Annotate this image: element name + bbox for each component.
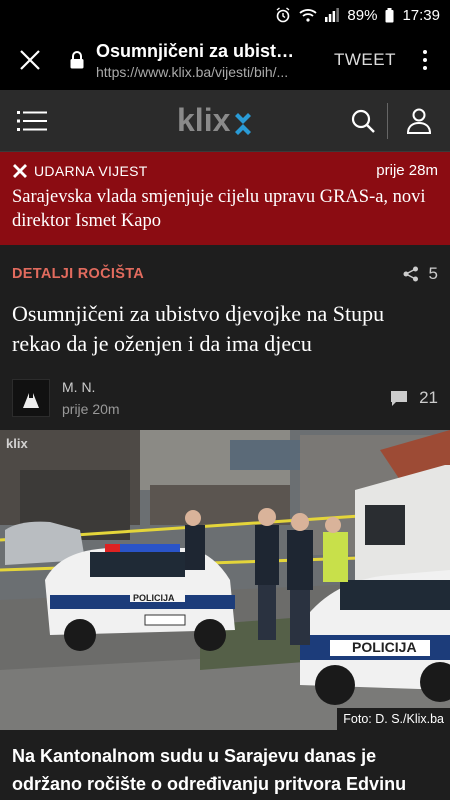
comment-count: 21 xyxy=(419,388,438,407)
breaking-news-headline[interactable]: Sarajevska vlada smjenjuje cijelu upravu… xyxy=(12,185,438,233)
close-tab-button[interactable] xyxy=(0,30,60,90)
user-button[interactable] xyxy=(388,90,450,152)
article-photo[interactable]: POLICIJA POLICIJA klix Foto: D. S./Klix.… xyxy=(0,430,450,730)
article: DETALJI ROČIŠTA 5 Osumnjičeni za ubistvo… xyxy=(0,245,450,423)
police-scene-image: POLICIJA POLICIJA xyxy=(0,430,450,730)
user-icon xyxy=(407,108,431,134)
status-bar: 89% 17:39 xyxy=(0,0,450,30)
share-count: 5 xyxy=(428,264,438,283)
clock: 17:39 xyxy=(402,6,440,24)
logo-text: klix xyxy=(177,104,231,138)
more-dot xyxy=(423,58,427,62)
article-lead: Na Kantonalnom sudu u Sarajevu danas je … xyxy=(12,746,407,794)
breaking-news-label: UDARNA VIJEST xyxy=(34,162,148,179)
share-button[interactable]: 5 xyxy=(403,264,438,284)
search-button[interactable] xyxy=(339,90,387,152)
menu-button[interactable] xyxy=(0,90,64,152)
battery-icon xyxy=(385,7,394,23)
search-icon xyxy=(351,109,375,133)
article-title: Osumnjičeni za ubistvo djevojke na Stupu… xyxy=(12,301,385,356)
breaking-news-icon xyxy=(13,163,27,178)
photo-credit: Foto: D. S./Klix.ba xyxy=(337,708,450,730)
car-label-2: POLICIJA xyxy=(352,639,417,655)
wifi-icon xyxy=(299,8,318,22)
author-name[interactable]: M. N. xyxy=(62,379,120,395)
photo-watermark: klix xyxy=(6,436,28,451)
breaking-news-time: prije 28m xyxy=(376,162,438,179)
article-category[interactable]: DETALJI ROČIŠTA xyxy=(12,266,144,282)
page-title: Osumnjičeni za ubistvo... xyxy=(96,40,301,61)
site-header: klix xyxy=(0,90,450,152)
page-url-area[interactable]: Osumnjičeni za ubistvo... https://www.kl… xyxy=(90,41,320,80)
signal-icon xyxy=(325,8,340,22)
more-dot xyxy=(423,66,427,70)
page-url: https://www.klix.ba/vijesti/bih/... xyxy=(96,63,289,80)
battery-percent: 89% xyxy=(347,6,378,24)
hamburger-icon xyxy=(17,110,47,131)
tweet-button[interactable]: TWEET xyxy=(320,50,410,70)
comment-icon xyxy=(391,390,408,406)
close-icon xyxy=(20,50,40,70)
more-options-button[interactable] xyxy=(410,50,440,70)
site-logo[interactable]: klix xyxy=(94,104,339,138)
lock-icon xyxy=(64,51,90,69)
author-icon xyxy=(23,388,39,408)
article-time: prije 20m xyxy=(62,401,120,417)
share-icon xyxy=(403,266,418,282)
browser-toolbar: Osumnjičeni za ubistvo... https://www.kl… xyxy=(0,30,450,90)
car-label-1: POLICIJA xyxy=(133,593,175,603)
alarm-icon xyxy=(275,7,291,23)
author-avatar[interactable] xyxy=(12,379,50,417)
comments-button[interactable]: 21 xyxy=(391,388,438,408)
more-dot xyxy=(423,50,427,54)
breaking-news-banner[interactable]: UDARNA VIJEST prije 28m Sarajevska vlada… xyxy=(0,152,450,245)
